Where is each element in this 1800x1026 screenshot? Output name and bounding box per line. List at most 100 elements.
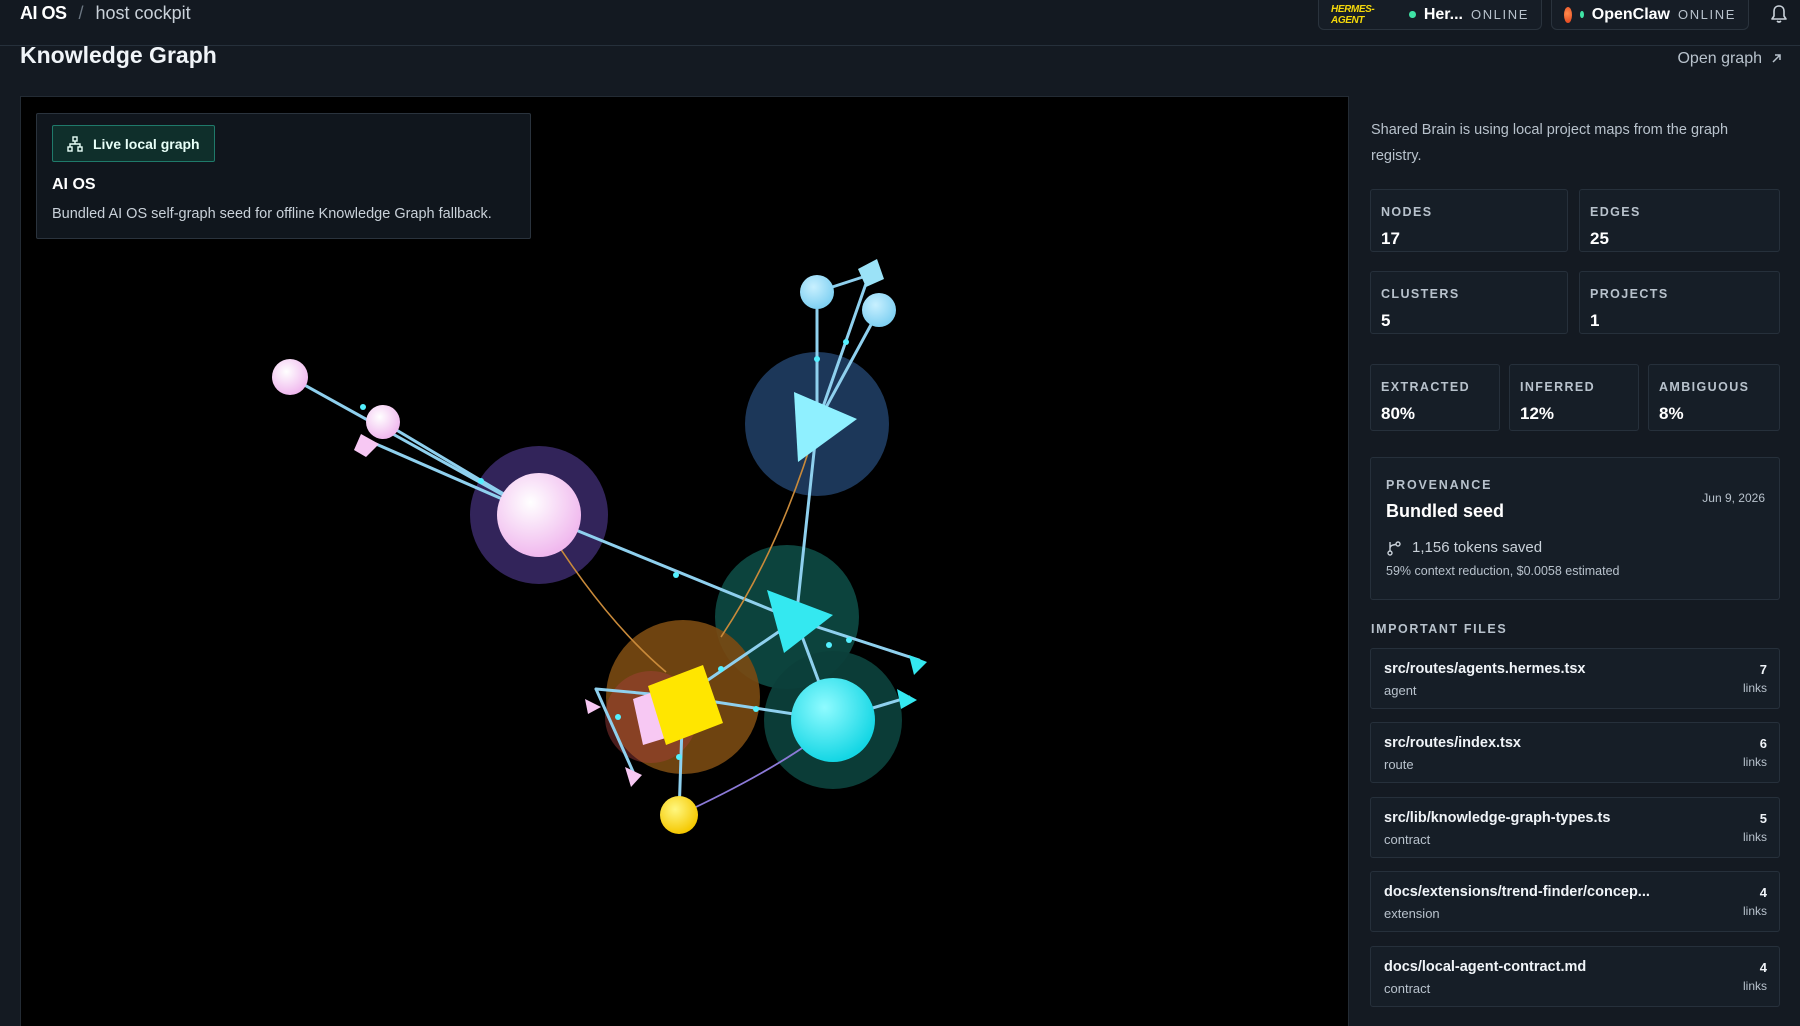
stat-inferred: INFERRED 12%: [1509, 364, 1639, 431]
stat-value: 25: [1590, 229, 1609, 248]
file-kind: extension: [1384, 906, 1440, 921]
file-kind: contract: [1384, 981, 1431, 996]
agent-name: Her...: [1423, 5, 1463, 23]
agent-status-hermes[interactable]: HERMES-AGENT Her... ONLINE: [1318, 0, 1542, 30]
breadcrumb-app[interactable]: AI OS: [20, 3, 67, 24]
stat-value: 8%: [1659, 404, 1684, 423]
external-link-icon: [1772, 54, 1781, 63]
git-branch-icon: [1387, 540, 1401, 556]
graph-node[interactable]: [366, 405, 400, 439]
graph-canvas[interactable]: Live local graph AI OS Bundled AI OS sel…: [20, 96, 1349, 1026]
file-kind: contract: [1384, 832, 1431, 847]
file-name: docs/extensions/trend-finder/concep...: [1384, 884, 1650, 900]
stat-value: 5: [1381, 311, 1391, 330]
file-link-count: 7: [1759, 662, 1767, 677]
graph-description: Bundled AI OS self-graph seed for offlin…: [52, 206, 492, 222]
stat-value: 80%: [1381, 404, 1416, 423]
file-kind: route: [1384, 757, 1414, 772]
stat-label: AMBIGUOUS: [1659, 380, 1750, 394]
stat-label: NODES: [1381, 205, 1433, 219]
page-title: Knowledge Graph: [20, 42, 217, 68]
file-link-count: 5: [1759, 811, 1767, 826]
open-graph-link[interactable]: Open graph: [1677, 50, 1782, 68]
particle: [478, 478, 484, 484]
live-local-graph-label: Live local graph: [93, 135, 200, 152]
stat-ambiguous: AMBIGUOUS 8%: [1648, 364, 1780, 431]
file-kind: agent: [1384, 683, 1417, 698]
particle: [676, 754, 682, 760]
stat-value: 17: [1381, 229, 1400, 248]
stat-projects: PROJECTS 1: [1579, 271, 1780, 334]
graph-node-hub[interactable]: [497, 473, 581, 557]
graph-node[interactable]: [909, 655, 927, 675]
breadcrumb-page: host cockpit: [95, 3, 191, 23]
particle: [718, 666, 724, 672]
breadcrumb-separator: /: [78, 3, 84, 23]
sidebar-intro: Shared Brain is using local project maps…: [1371, 122, 1729, 164]
stat-extracted: EXTRACTED 80%: [1370, 364, 1500, 431]
important-file-item[interactable]: src/routes/agents.hermes.tsx agent 7 lin…: [1370, 648, 1780, 709]
important-file-item[interactable]: docs/extensions/trend-finder/concep... e…: [1370, 871, 1780, 932]
graph-sidebar: Shared Brain is using local project maps…: [1350, 96, 1800, 1026]
file-link-unit: links: [1742, 904, 1767, 918]
particle: [846, 637, 852, 643]
notification-bell-icon[interactable]: [1770, 4, 1788, 24]
breadcrumb: AI OS / host cockpit: [20, 3, 191, 24]
stat-label: EXTRACTED: [1381, 380, 1470, 394]
file-name: src/lib/knowledge-graph-types.ts: [1384, 810, 1611, 826]
agent-status: ONLINE: [1470, 7, 1529, 22]
graph-node[interactable]: [354, 434, 379, 457]
file-name: docs/local-agent-contract.md: [1384, 959, 1587, 975]
graph-node[interactable]: [862, 293, 896, 327]
provenance-date: Jun 9, 2026: [1702, 491, 1765, 505]
agent-status: ONLINE: [1677, 7, 1736, 22]
live-local-graph-badge[interactable]: Live local graph: [52, 125, 215, 162]
important-file-item[interactable]: src/lib/knowledge-graph-types.ts contrac…: [1370, 797, 1780, 858]
file-link-count: 6: [1759, 736, 1767, 751]
hermes-logo: HERMES-AGENT: [1331, 3, 1375, 26]
stat-label: PROJECTS: [1590, 287, 1669, 301]
file-link-unit: links: [1742, 681, 1767, 695]
provenance-note: 59% context reduction, $0.0058 estimated: [1386, 564, 1620, 578]
particle: [673, 572, 679, 578]
stat-edges: EDGES 25: [1579, 189, 1780, 252]
file-link-unit: links: [1742, 755, 1767, 769]
stat-label: CLUSTERS: [1381, 287, 1460, 301]
particle: [753, 706, 759, 712]
top-bar: AI OS / host cockpit HERMES-AGENT Her...…: [0, 0, 1800, 46]
file-link-unit: links: [1742, 979, 1767, 993]
agent-name: OpenClaw: [1591, 5, 1670, 23]
stat-nodes: NODES 17: [1370, 189, 1568, 252]
tokens-saved: 1,156 tokens saved: [1386, 539, 1542, 556]
important-files-heading: IMPORTANT FILES: [1371, 622, 1508, 636]
online-dot-icon: [1580, 11, 1584, 18]
important-file-item[interactable]: docs/local-agent-contract.md contract 4 …: [1370, 946, 1780, 1007]
file-link-count: 4: [1759, 960, 1767, 975]
graph-node[interactable]: [858, 259, 884, 287]
graph-node[interactable]: [585, 699, 601, 714]
provenance-label: PROVENANCE: [1386, 478, 1493, 492]
graph-node[interactable]: [800, 275, 834, 309]
stat-label: EDGES: [1590, 205, 1641, 219]
tokens-saved-text: 1,156 tokens saved: [1412, 539, 1543, 556]
stat-label: INFERRED: [1520, 380, 1596, 394]
important-file-item[interactable]: src/routes/index.tsx route 6 links: [1370, 722, 1780, 783]
particle: [360, 404, 366, 410]
graph-node[interactable]: [272, 359, 308, 395]
open-graph-label: Open graph: [1677, 50, 1762, 67]
particle: [814, 356, 820, 362]
graph-node-hub[interactable]: [791, 678, 875, 762]
file-link-count: 4: [1759, 885, 1767, 900]
stat-value: 12%: [1520, 404, 1555, 423]
agent-status-openclaw[interactable]: OpenClaw ONLINE: [1551, 0, 1749, 30]
graph-info-card: Live local graph AI OS Bundled AI OS sel…: [36, 113, 531, 239]
graph-title: AI OS: [52, 176, 96, 193]
graph-node[interactable]: [660, 796, 698, 834]
particle: [826, 642, 832, 648]
file-link-unit: links: [1742, 830, 1767, 844]
stat-clusters: CLUSTERS 5: [1370, 271, 1568, 334]
openclaw-logo-icon: [1564, 6, 1573, 23]
stat-value: 1: [1590, 311, 1600, 330]
provenance-title: Bundled seed: [1386, 501, 1505, 521]
particle: [843, 339, 849, 345]
